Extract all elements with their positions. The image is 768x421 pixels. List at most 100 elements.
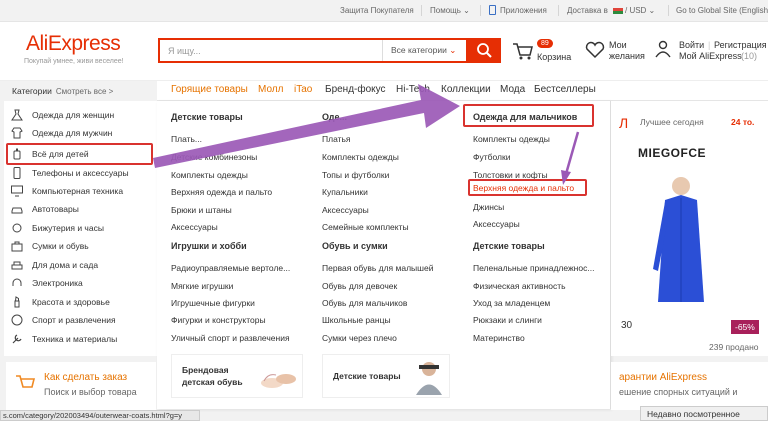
menu-link[interactable]: Рюкзаки и слинги — [473, 315, 542, 325]
menu-link[interactable]: Топы и футболки — [322, 170, 389, 180]
section-heading-toys[interactable]: Игрушки и хобби — [171, 241, 247, 251]
help-menu[interactable]: Помощь ⌄ — [430, 6, 470, 15]
boys-clothing-highlight — [463, 104, 594, 127]
menu-link[interactable]: Комплекты одежды — [171, 170, 248, 180]
menu-link[interactable]: Школьные ранцы — [322, 315, 391, 325]
menu-link[interactable]: Уход за младенцем — [473, 298, 550, 308]
register-link[interactable]: Регистрация — [714, 40, 767, 50]
delivery-label[interactable]: Доставка в — [567, 6, 608, 15]
sold-count: 239 продано — [709, 342, 759, 352]
menu-link[interactable]: Плать... — [171, 134, 202, 144]
best-today-marker: Л — [619, 115, 629, 131]
menu-link[interactable]: Комплекты одежды — [473, 134, 550, 144]
guarantee-sub: ешение спорных ситуаций и — [619, 387, 738, 397]
nav-hot-deals[interactable]: Горящие товары — [171, 84, 248, 95]
menu-link[interactable]: Обувь для девочек — [322, 281, 397, 291]
menu-link[interactable]: Физическая активность — [473, 281, 566, 291]
wishlist-label-1[interactable]: Мои — [609, 40, 627, 50]
section-heading-shoes-bags[interactable]: Обувь и сумки — [322, 241, 388, 251]
my-aliexpress-link[interactable]: Мой AliExpress — [679, 51, 742, 61]
cart-icon — [16, 375, 36, 388]
sidebar-item-auto[interactable]: Автотовары — [4, 200, 157, 218]
search-box[interactable]: Я ищу... Все категории ⌄ — [158, 38, 468, 63]
sidebar-item-home-garden[interactable]: Для дома и сада — [4, 256, 157, 274]
search-button[interactable] — [468, 38, 501, 63]
menu-link[interactable]: Джинсы — [473, 202, 504, 212]
bag-icon — [11, 241, 23, 252]
cart-label[interactable]: Корзина — [537, 52, 571, 62]
currency-selector[interactable]: / USD ⌄ — [625, 6, 655, 15]
sidebar-item-bags-shoes[interactable]: Сумки и обувь — [4, 237, 157, 255]
menu-link[interactable]: Пеленальные принадлежнос... — [473, 263, 594, 273]
watch-icon — [12, 223, 22, 233]
best-today-panel: Л Лучшее сегодня 24 то. MIEGOFCE 30 -65%… — [611, 101, 768, 356]
product-coat-image[interactable] — [641, 174, 721, 304]
menu-link[interactable]: Аксессуары — [171, 222, 218, 232]
nav-fashion[interactable]: Мода — [500, 84, 525, 95]
see-all-link[interactable]: Смотреть все > — [56, 87, 113, 96]
menu-link[interactable]: Купальники — [322, 187, 368, 197]
menu-link[interactable]: Брюки и штаны — [171, 205, 232, 215]
wishlist-label-2[interactable]: желания — [609, 51, 645, 61]
guarantee-card[interactable]: арантии AliExpress ешение спорных ситуац… — [611, 362, 768, 410]
lipstick-icon — [14, 296, 20, 308]
sidebar-item-phones[interactable]: Телефоны и аксессуары — [4, 164, 157, 182]
search-input[interactable]: Я ищу... — [168, 46, 201, 56]
menu-link[interactable]: Аксессуары — [473, 219, 520, 229]
menu-link[interactable]: Верхняя одежда и пальто — [171, 187, 272, 197]
divider — [668, 5, 669, 16]
menu-link[interactable]: Комплекты одежды — [322, 152, 399, 162]
global-site-link[interactable]: Go to Global Site (English) — [676, 6, 768, 15]
menu-link[interactable]: Первая обувь для малышей — [322, 263, 433, 273]
menu-link[interactable]: Фигурки и конструкторы — [171, 315, 266, 325]
aliexpress-logo[interactable]: AliExpress — [26, 32, 121, 56]
sidebar-item-men-clothing[interactable]: Одежда для мужчин — [4, 124, 157, 142]
sidebar-item-beauty[interactable]: Красота и здоровье — [4, 293, 157, 311]
menu-link[interactable]: Детские комбинезоны — [171, 152, 257, 162]
menu-link[interactable]: Футболки — [473, 152, 510, 162]
sidebar-item-label: Компьютерная техника — [32, 186, 124, 196]
menu-link[interactable]: Обувь для мальчиков — [322, 298, 407, 308]
section-heading-kids-goods[interactable]: Детские товары — [171, 112, 243, 122]
sidebar-item-women-clothing[interactable]: Одежда для женщин — [4, 106, 157, 124]
search-category-select[interactable]: Все категории ⌄ — [382, 40, 468, 61]
how-to-order-card[interactable]: Как сделать заказ Поиск и выбор товара — [6, 362, 156, 410]
menu-link[interactable]: Сумки через плечо — [322, 333, 397, 343]
info-strip: Как сделать заказ Поиск и выбор товара а… — [0, 362, 768, 412]
user-icon[interactable] — [655, 40, 671, 58]
sidebar-item-electronics[interactable]: Электроника — [4, 274, 157, 292]
menu-link[interactable]: Уличный спорт и развлечения — [171, 333, 290, 343]
login-link[interactable]: Войти — [679, 40, 704, 50]
menu-link[interactable]: Игрушечные фигурки — [171, 298, 255, 308]
nav-collections[interactable]: Коллекции — [441, 84, 491, 95]
sidebar-item-jewelry[interactable]: Бижутерия и часы — [4, 219, 157, 237]
categories-header[interactable]: Категории Смотреть все > — [0, 81, 157, 101]
nav-mall[interactable]: Молл — [258, 84, 283, 95]
nav-bestsellers[interactable]: Бестселлеры — [534, 84, 596, 95]
sidebar-item-label: Одежда для женщин — [32, 110, 115, 120]
best-today-label: Лучшее сегодня — [640, 117, 704, 127]
menu-link[interactable]: Аксессуары — [322, 205, 369, 215]
recently-viewed-button[interactable]: Недавно посмотренное — [640, 406, 768, 421]
sidebar-item-label: Для дома и сада — [32, 260, 99, 270]
menu-link[interactable]: Семейные комплекты — [322, 222, 409, 232]
menu-link[interactable]: Мягкие игрушки — [171, 281, 233, 291]
wrench-icon — [12, 334, 22, 344]
menu-link[interactable]: Радиоуправляемые вертоле... — [171, 263, 290, 273]
nav-hi-tech[interactable]: Hi-Tech — [396, 84, 430, 95]
section-heading-baby-goods[interactable]: Детские товары — [473, 241, 545, 251]
section-heading-girls-clothing[interactable]: Оде... — [322, 112, 347, 122]
cart-icon[interactable] — [512, 41, 534, 61]
sidebar-item-label: Бижутерия и часы — [32, 223, 104, 233]
menu-link[interactable]: Платья — [322, 134, 351, 144]
buyer-protection-link[interactable]: Защита Покупателя — [340, 6, 414, 15]
sidebar-item-sports[interactable]: Спорт и развлечения — [4, 311, 157, 329]
apps-link[interactable]: Приложения — [500, 6, 547, 15]
nav-itao[interactable]: iTao — [294, 84, 312, 95]
heart-icon[interactable] — [585, 41, 605, 59]
sidebar-item-label: Автотовары — [32, 204, 79, 214]
sidebar-item-tools[interactable]: Техника и материалы — [4, 330, 157, 348]
menu-link[interactable]: Материнство — [473, 333, 525, 343]
nav-brand-focus[interactable]: Бренд-фокус — [325, 84, 386, 95]
sidebar-item-computers[interactable]: Компьютерная техника — [4, 182, 157, 200]
